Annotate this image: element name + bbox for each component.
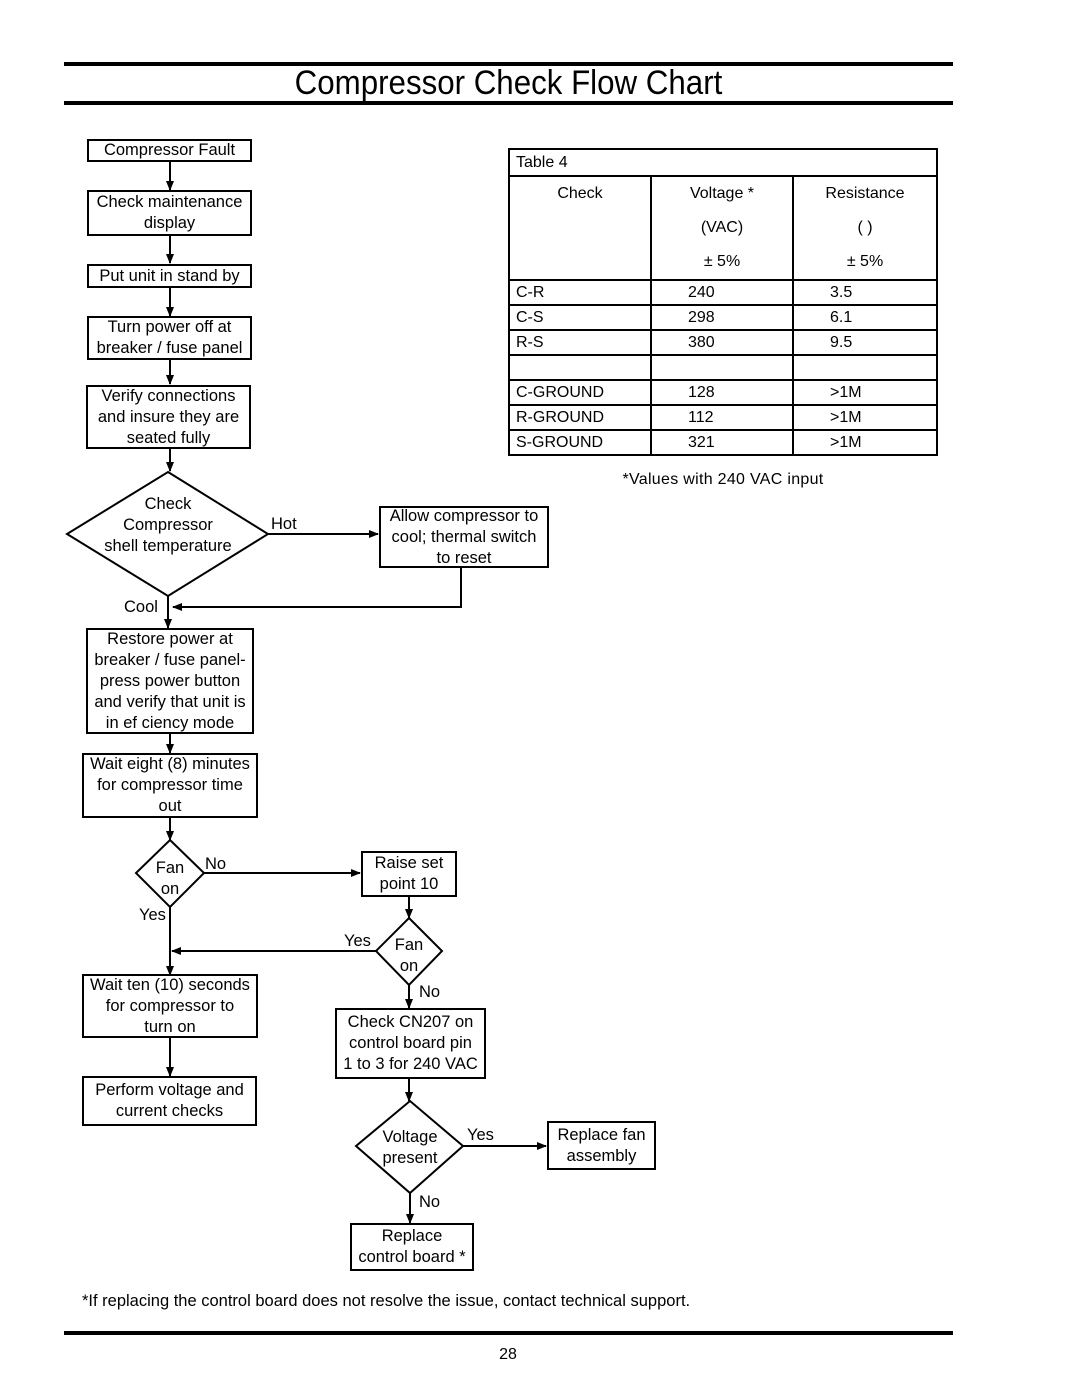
- header-voltage: Voltage * (VAC) ± 5%: [650, 175, 794, 281]
- table-note: *Values with 240 VAC input: [622, 471, 824, 488]
- table-row: C-S 298 6.1: [508, 304, 938, 331]
- cell-check: R-GROUND: [508, 404, 652, 431]
- cell-check: S-GROUND: [508, 429, 652, 456]
- table-caption-row: Table 4: [508, 148, 938, 177]
- label-hot: Hot: [271, 515, 297, 533]
- cell-check: C-GROUND: [508, 379, 652, 406]
- table-row: R-GROUND 112 >1M: [508, 404, 938, 431]
- cell-check: C-S: [508, 304, 652, 331]
- table-row: R-S 380 9.5: [508, 329, 938, 356]
- cell-voltage: 112: [650, 404, 794, 431]
- table-row: [508, 354, 938, 381]
- header-resistance: Resistance ( ) ± 5%: [792, 175, 938, 281]
- node-restore-power: Restore power at breaker / fuse panel- p…: [86, 628, 254, 734]
- cell-resistance: 6.1: [792, 304, 938, 331]
- table-row: C-R 240 3.5: [508, 279, 938, 306]
- cell-resistance: 3.5: [792, 279, 938, 306]
- label-fan2-yes: Yes: [344, 932, 371, 950]
- node-compressor-fault: Compressor Fault: [87, 139, 252, 162]
- table-row: S-GROUND 321 >1M: [508, 429, 938, 456]
- table-caption: Table 4: [508, 148, 938, 177]
- node-raise-set-point: Raise set point 10: [361, 851, 457, 897]
- cell-resistance: >1M: [792, 429, 938, 456]
- node-wait-ten-seconds: Wait ten (10) seconds for compressor to …: [82, 974, 258, 1038]
- cell-voltage: 298: [650, 304, 794, 331]
- label-voltage-no: No: [419, 1193, 441, 1211]
- header-check: Check: [508, 175, 652, 281]
- cell-voltage: 240: [650, 279, 794, 306]
- cell-check: C-R: [508, 279, 652, 306]
- node-check-maintenance: Check maintenance display: [87, 190, 252, 236]
- label-fan1-yes: Yes: [139, 906, 166, 924]
- label-voltage-yes: Yes: [467, 1126, 494, 1144]
- diamond-text-voltage-present: Voltage present: [382, 1128, 438, 1167]
- label-cool: Cool: [124, 598, 158, 616]
- diamond-text-fan-on-1: Fan on: [155, 859, 185, 898]
- cell-voltage: 128: [650, 379, 794, 406]
- diamond-text-fan-on-2: Fan on: [394, 936, 424, 975]
- page-number: 28: [499, 1346, 517, 1363]
- cell-voltage: [650, 354, 794, 381]
- label-fan2-no: No: [419, 983, 441, 1001]
- node-replace-fan: Replace fan assembly: [547, 1121, 656, 1170]
- label-fan1-no: No: [205, 855, 227, 873]
- node-power-off: Turn power off at breaker / fuse panel: [87, 316, 252, 360]
- node-stand-by: Put unit in stand by: [87, 264, 252, 288]
- node-replace-control-board: Replace control board *: [350, 1223, 474, 1271]
- table-4: Table 4 Check Voltage * (VAC) ± 5% Resis…: [508, 148, 938, 456]
- diamond-text-check-shell-temperature: Check Compressor shell temperature: [104, 495, 232, 555]
- arrow-cool-return: [172, 567, 462, 611]
- cell-resistance: >1M: [792, 379, 938, 406]
- cell-resistance: >1M: [792, 404, 938, 431]
- footnote: *If replacing the control board does not…: [82, 1292, 691, 1310]
- node-perform-checks: Perform voltage and current checks: [82, 1076, 257, 1126]
- cell-voltage: 380: [650, 329, 794, 356]
- cell-check: [508, 354, 652, 381]
- cell-resistance: [792, 354, 938, 381]
- node-wait-eight-minutes: Wait eight (8) minutes for compressor ti…: [82, 753, 258, 818]
- cell-check: R-S: [508, 329, 652, 356]
- node-check-cn207: Check CN207 on control board pin 1 to 3 …: [335, 1008, 486, 1079]
- node-allow-cool: Allow compressor to cool; thermal switch…: [379, 506, 549, 568]
- cell-voltage: 321: [650, 429, 794, 456]
- bottom-rule: [64, 1331, 953, 1335]
- table-row: C-GROUND 128 >1M: [508, 379, 938, 406]
- table-header-row: Check Voltage * (VAC) ± 5% Resistance ( …: [508, 175, 938, 281]
- cell-resistance: 9.5: [792, 329, 938, 356]
- node-verify-connections: Verify connections and insure they are s…: [86, 385, 251, 449]
